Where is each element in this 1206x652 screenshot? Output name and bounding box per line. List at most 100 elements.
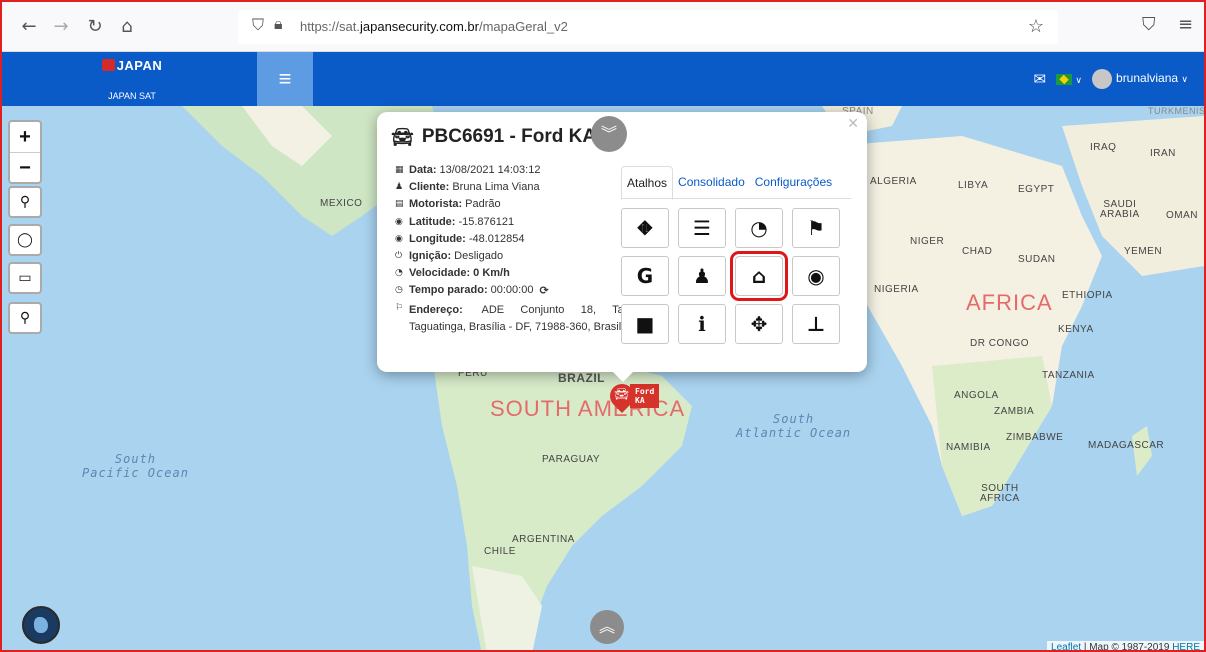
here-link[interactable]: HERE (1172, 642, 1200, 650)
shortcut-button-road[interactable]: ⛖ (621, 208, 669, 248)
shortcut-button-street-view[interactable]: ♟ (678, 256, 726, 296)
street-view-icon: ♟ (693, 264, 711, 288)
speech-bubble-button[interactable]: ◯ (8, 224, 42, 256)
attribution-text: | Map © 1987-2019 (1081, 642, 1173, 652)
clock-icon: ◷ (395, 285, 403, 296)
info-key: Tempo parado: (409, 284, 488, 297)
forward-arrow-icon[interactable]: → (48, 14, 74, 40)
move-icon: ✥ (750, 312, 768, 336)
tab-configuracoes[interactable]: Configurações (750, 166, 837, 200)
home-icon[interactable]: ⌂ (114, 14, 140, 40)
map-label-iran: IRAN (1150, 148, 1176, 159)
info-key: Longitude: (409, 232, 466, 245)
shortcut-button-pushpin[interactable]: ⊥ (792, 304, 840, 344)
bookmark-star-icon[interactable]: ☆ (1028, 16, 1044, 37)
envelope-icon[interactable]: ✉ (1034, 70, 1047, 88)
language-selector[interactable]: ∨ (1056, 72, 1082, 86)
ocean-label-south-atlantic: South Atlantic Ocean (736, 412, 852, 440)
map-label-paraguay: PARAGUAY (542, 454, 601, 465)
menu-toggle-button[interactable]: ≡ (257, 52, 313, 106)
search-button[interactable]: ⚲ (8, 302, 42, 334)
home-icon: ⌂ (751, 264, 767, 288)
shortcut-button-video-camera[interactable]: ■ (621, 304, 669, 344)
map-label-ethiopia: ETHIOPIA (1062, 290, 1113, 301)
target-icon: ◉ (807, 264, 825, 288)
video-camera-icon: ■ (635, 312, 655, 336)
info-value: Bruna Lima Viana (452, 181, 540, 194)
tab-consolidado[interactable]: Consolidado (673, 166, 750, 200)
shortcut-button-speedometer[interactable]: ◔ (735, 208, 783, 248)
leaflet-link[interactable]: Leaflet (1051, 642, 1081, 650)
back-arrow-icon[interactable]: ← (16, 14, 42, 40)
google-icon: G (636, 264, 654, 288)
shortcut-button-ordered-list[interactable]: ☰ (678, 208, 726, 248)
map-label-sudan: SUDAN (1018, 254, 1056, 265)
header-actions: ✉ ∨ brunalviana ∨ (1034, 69, 1188, 89)
ordered-list-icon: ☰ (693, 216, 711, 240)
shortcut-button-google[interactable]: G (621, 256, 669, 296)
shortcut-button-home[interactable]: ⌂ (730, 251, 788, 301)
tab-atalhos[interactable]: Atalhos (621, 166, 674, 200)
shortcut-button-target[interactable]: ◉ (792, 256, 840, 296)
popup-title: 🚘︎ PBC6691 - Ford KA (391, 126, 596, 148)
shortcut-button-checkered-flag[interactable]: ⚑ (792, 208, 840, 248)
map-label-iraq: IRAQ (1090, 142, 1117, 153)
japan-logo-icon (101, 59, 115, 71)
info-key: Cliente: (409, 181, 450, 194)
refresh-icon[interactable]: ⟳ (539, 284, 548, 297)
map-label-oman: OMAN (1166, 210, 1198, 221)
info-value: -15.876121 (458, 215, 515, 228)
vehicle-marker-label: Ford KA (630, 384, 660, 408)
map-label-zambia: ZAMBIA (994, 406, 1035, 417)
zoom-out-button[interactable]: − (10, 152, 40, 182)
address-bar[interactable]: ⛉ 🔒︎ https://sat.japansecurity.com.br/ma… (238, 10, 1058, 44)
map-label-niger: NIGER (910, 236, 945, 247)
reload-icon[interactable]: ↻ (82, 14, 108, 40)
map-label-tanzania: TANZANIA (1042, 370, 1095, 381)
shield-icon[interactable]: ⛉ (252, 17, 264, 35)
map-label-algeria: ALGERIA (870, 176, 917, 187)
car-icon: 🚘︎ (391, 126, 414, 148)
continent-label-africa: AFRICA (966, 290, 1053, 315)
zoom-in-button[interactable]: + (10, 122, 40, 152)
location-marker-button[interactable]: ⚲ (8, 186, 42, 218)
close-icon[interactable]: ✕ (847, 115, 859, 132)
double-chevron-down-icon: ︾ (600, 124, 617, 143)
info-value: Desligado (454, 249, 504, 262)
map-pin-icon: ⚲ (19, 194, 31, 210)
map-label-brazil: BRAZIL (558, 371, 605, 385)
chevron-down-icon: ∨ (1181, 74, 1188, 85)
power-icon: ⏻ (395, 250, 403, 261)
info-value: -48.012854 (468, 232, 525, 245)
lock-icon[interactable]: 🔒︎ (274, 16, 283, 34)
info-value: Padrão (465, 198, 501, 211)
url-text: https://sat.japansecurity.com.br/mapaGer… (300, 19, 568, 34)
user-icon: ♟ (395, 182, 404, 193)
ocean-label-south-pacific: South Pacific Ocean (82, 452, 189, 480)
info-icon: ℹ (698, 312, 706, 336)
vehicle-title: PBC6691 - Ford KA (421, 126, 597, 147)
user-menu[interactable]: brunalviana ∨ (1092, 69, 1188, 89)
map-label-mexico: MEXICO (320, 198, 363, 209)
info-value: 13/08/2021 14:03:12 (439, 164, 541, 176)
info-value: 00:00:00 (490, 284, 534, 297)
map-label-dr-congo: DR CONGO (970, 338, 1029, 349)
shortcut-button-move[interactable]: ✥ (735, 304, 783, 344)
brand-logo[interactable]: JAPAN JAPAN SAT (82, 58, 182, 101)
map-label-argentina: ARGENTINA (512, 534, 575, 545)
globe-layer-button[interactable] (22, 606, 60, 644)
bookmark-button[interactable]: ▭ (8, 262, 42, 294)
id-card-icon: ▤ (395, 199, 404, 210)
info-value: 0 Km/h (473, 267, 510, 280)
speedometer-icon: ◔ (750, 216, 768, 240)
map-label-kenya: KENYA (1058, 324, 1094, 335)
collapse-popup-button[interactable]: ︾ (591, 116, 627, 152)
shortcut-button-info[interactable]: ℹ (678, 304, 726, 344)
expand-panel-button[interactable]: ︽ (590, 610, 624, 644)
map-label-saudi-arabia: SAUDI ARABIA (1100, 199, 1140, 220)
double-chevron-up-icon: ︽ (598, 617, 615, 636)
tab-divider (621, 198, 851, 199)
hamburger-menu-icon[interactable]: ≡ (1178, 14, 1193, 35)
info-key: Velocidade: (409, 267, 471, 280)
pocket-icon[interactable]: ⛉ (1142, 14, 1156, 35)
